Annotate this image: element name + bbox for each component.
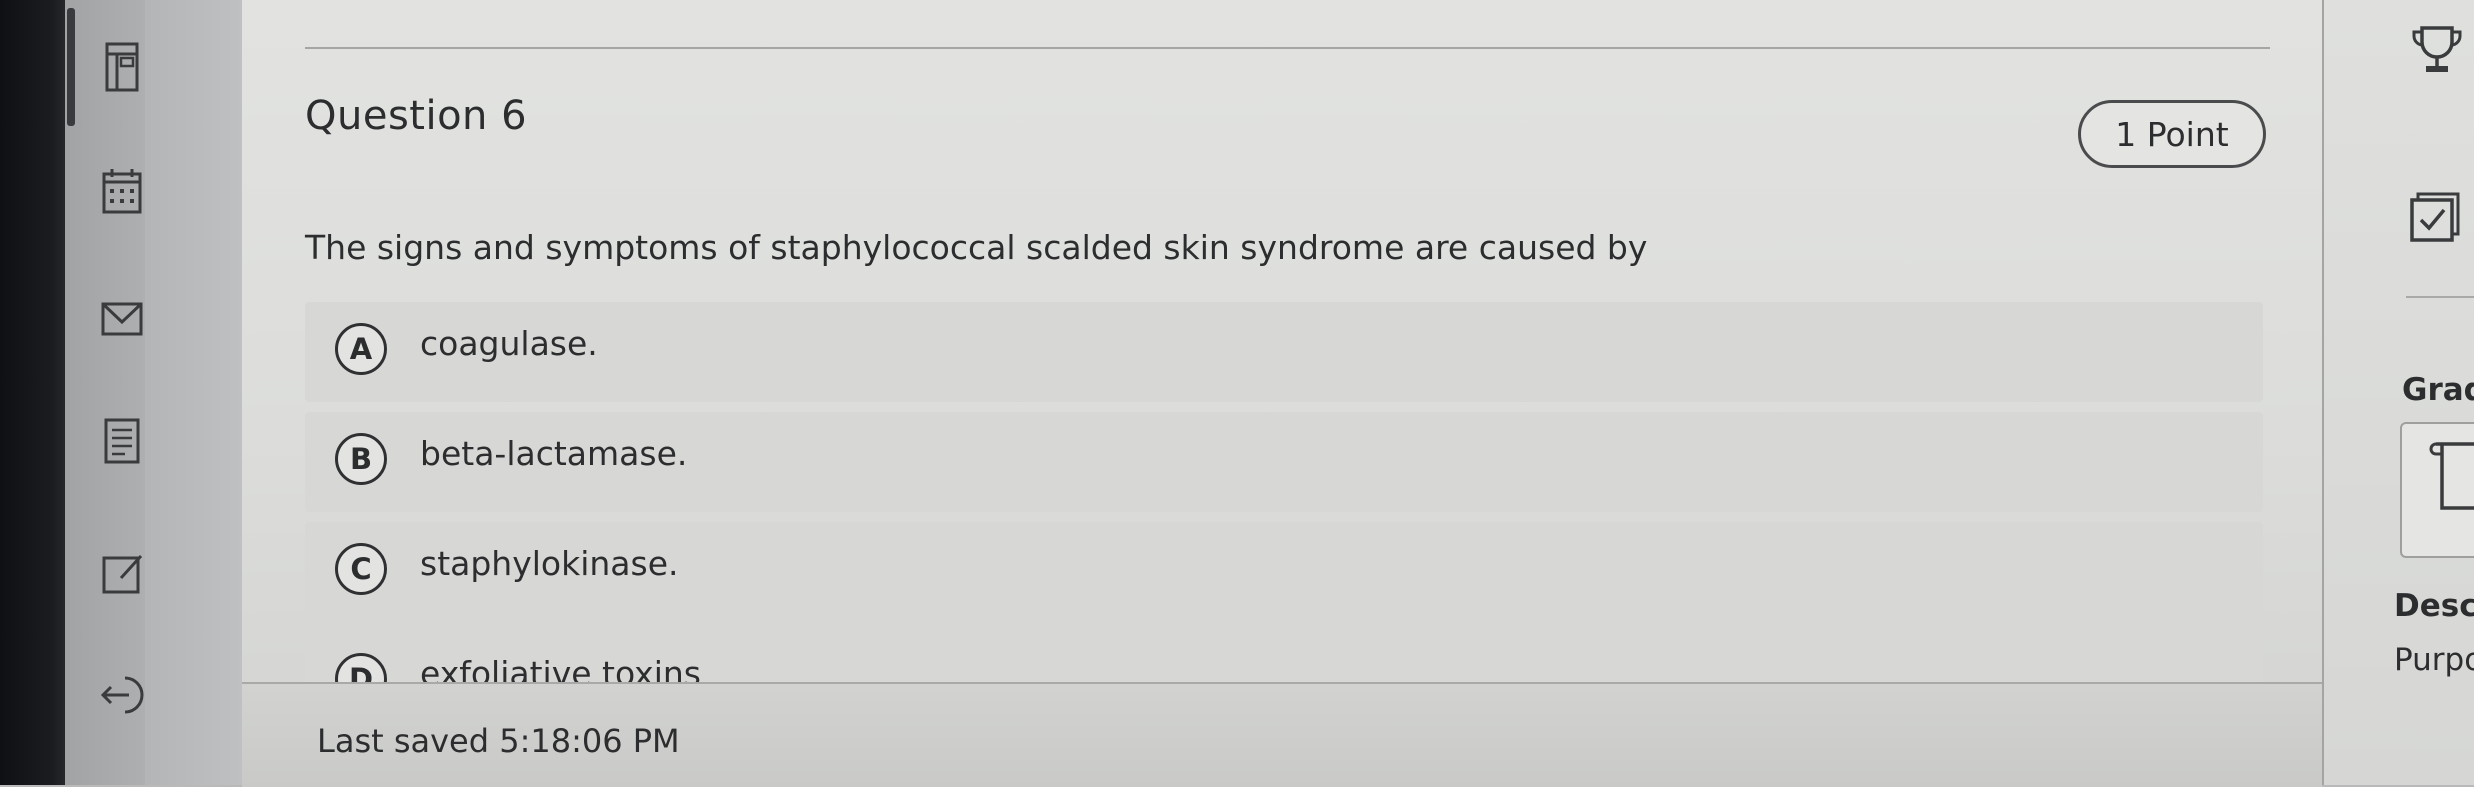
description-heading: Desc [2394, 588, 2474, 624]
answer-choice-a[interactable]: A coagulase. [305, 302, 2263, 402]
points-badge: 1 Point [2078, 100, 2266, 168]
screen-bezel [0, 0, 65, 785]
choice-letter-a[interactable]: A [335, 323, 387, 375]
question-title: Question 6 [305, 93, 528, 139]
answer-choice-d[interactable]: D exfoliative toxins [305, 632, 2263, 682]
choice-label-b: beta-lactamase. [420, 434, 688, 473]
question-text: The signs and symptoms of staphylococcal… [305, 228, 1648, 267]
last-saved-status: Last saved 5:18:06 PM [317, 722, 680, 760]
calendar-icon[interactable] [95, 164, 149, 218]
grade-card [2400, 422, 2474, 558]
document-list-icon[interactable] [95, 414, 149, 468]
sidebar-gutter [145, 0, 242, 785]
description-text: Purpo [2394, 642, 2474, 678]
exit-icon[interactable] [95, 668, 149, 722]
choice-label-d: exfoliative toxins [420, 654, 701, 682]
answer-choice-b[interactable]: B beta-lactamase. [305, 412, 2263, 512]
choice-label-a: coagulase. [420, 324, 598, 363]
choice-label-c: staphylokinase. [420, 544, 679, 583]
right-info-panel: Grad Desc Purpo [2322, 0, 2474, 785]
bookmark-icon [2422, 438, 2474, 518]
mail-icon[interactable] [95, 292, 149, 346]
grade-heading: Grad [2402, 372, 2474, 408]
calculator-icon[interactable] [95, 40, 149, 94]
choice-letter-c[interactable]: C [335, 543, 387, 595]
choice-letter-b[interactable]: B [335, 433, 387, 485]
answer-choices: A coagulase. B beta-lactamase. C staphyl… [305, 302, 2263, 682]
edit-icon[interactable] [95, 548, 149, 602]
left-nav-rail [65, 0, 145, 785]
panel-divider [2406, 296, 2474, 298]
trophy-icon[interactable] [2408, 20, 2466, 78]
active-nav-indicator [67, 8, 75, 126]
section-divider [305, 47, 2270, 49]
checkbox-icon[interactable] [2406, 188, 2466, 248]
answer-choice-c[interactable]: C staphylokinase. [305, 522, 2263, 622]
choice-letter-d[interactable]: D [335, 653, 387, 682]
